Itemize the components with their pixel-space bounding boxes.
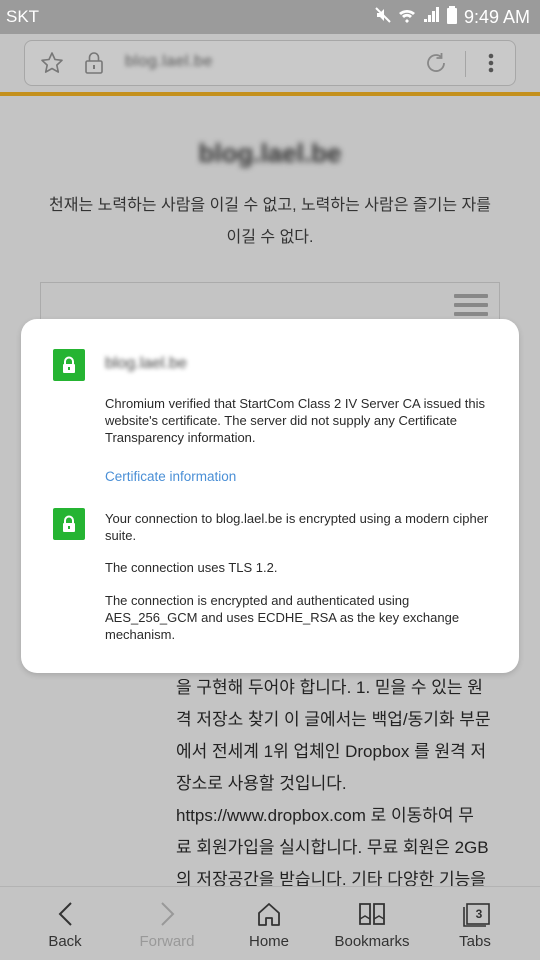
article-line: 을 구현해 두어야 합니다. 1. 믿을 수 있는 원 [176, 678, 483, 697]
article-line: https://www.dropbox.com 로 이동하여 무 [176, 806, 474, 825]
article-body: 을 구현해 두어야 합니다. 1. 믿을 수 있는 원 격 저장소 찾기 이 글… [176, 672, 508, 896]
battery-icon [446, 6, 458, 29]
mute-icon [374, 6, 392, 29]
forward-button[interactable]: Forward [113, 887, 221, 960]
bookmarks-label: Bookmarks [334, 933, 410, 950]
page-tagline: 천재는 노력하는 사람을 이길 수 없고, 노력하는 사람은 즐기는 자를 이길… [30, 190, 510, 254]
tabs-icon: 3 [421, 901, 529, 927]
article-line: 에서 전세계 1위 업체인 Dropbox 를 원격 저 [176, 742, 487, 761]
status-icons: 9:49 AM [374, 6, 530, 29]
tabs-label: Tabs [459, 933, 491, 950]
article-line: 료 회원가입을 실시합니다. 무료 회원은 2GB [176, 838, 489, 857]
more-menu-icon[interactable] [479, 50, 503, 81]
forward-label: Forward [139, 933, 195, 950]
connection-text: Your connection to blog.lael.be is encry… [105, 511, 489, 543]
home-button[interactable]: Home [215, 887, 323, 960]
certificate-text: Chromium verified that StartCom Class 2 … [105, 396, 486, 445]
home-icon [215, 901, 323, 927]
dialog-host: blog.lael.be [105, 355, 187, 372]
secure-lock-icon [53, 349, 85, 381]
tagline-line: 이길 수 없다. [226, 229, 314, 246]
chevron-left-icon [11, 901, 119, 927]
site-security-dialog: blog.lael.be Chromium verified that Star… [21, 319, 519, 673]
signal-icon [422, 6, 440, 29]
toolbar-divider [465, 51, 466, 77]
lock-icon[interactable] [81, 50, 107, 81]
clock: 9:49 AM [463, 7, 530, 27]
bookmarks-icon [318, 901, 426, 927]
url-text[interactable]: blog.lael.be [125, 53, 213, 71]
tabs-button[interactable]: 3 Tabs [421, 887, 529, 960]
tagline-line: 천재는 노력하는 사람을 이길 수 없고, 노력하는 사람은 즐기는 자를 [49, 197, 491, 214]
browser-toolbar: blog.lael.be [0, 34, 540, 92]
page-title[interactable]: blog.lael.be [0, 138, 540, 169]
page-load-accent-line [0, 92, 540, 96]
carrier-label: SKT [6, 7, 40, 26]
back-button[interactable]: Back [11, 887, 119, 960]
certificate-info-link[interactable]: Certificate information [105, 469, 236, 484]
cipher-text: The connection is encrypted and authenti… [105, 593, 460, 642]
back-label: Back [48, 933, 82, 950]
bookmarks-button[interactable]: Bookmarks [318, 887, 426, 960]
tls-version-text: The connection uses TLS 1.2. [105, 560, 278, 575]
article-line: 격 저장소 찾기 이 글에서는 백업/동기화 부문 [176, 710, 491, 729]
home-label: Home [248, 933, 289, 950]
star-bookmark-icon[interactable] [39, 50, 65, 81]
connection-lock-icon [53, 508, 85, 540]
article-line: 장소로 사용할 것입니다. [176, 774, 347, 793]
tab-count: 3 [475, 907, 483, 921]
hamburger-menu-icon[interactable] [454, 294, 488, 321]
chevron-right-icon [113, 901, 221, 927]
bottom-navigation: Back Forward Home Bookmarks 3 Tabs [0, 886, 540, 960]
reload-icon[interactable] [423, 50, 449, 81]
address-bar[interactable]: blog.lael.be [24, 40, 516, 86]
wifi-icon [398, 6, 416, 29]
status-bar: SKT 9:49 AM [0, 0, 540, 34]
